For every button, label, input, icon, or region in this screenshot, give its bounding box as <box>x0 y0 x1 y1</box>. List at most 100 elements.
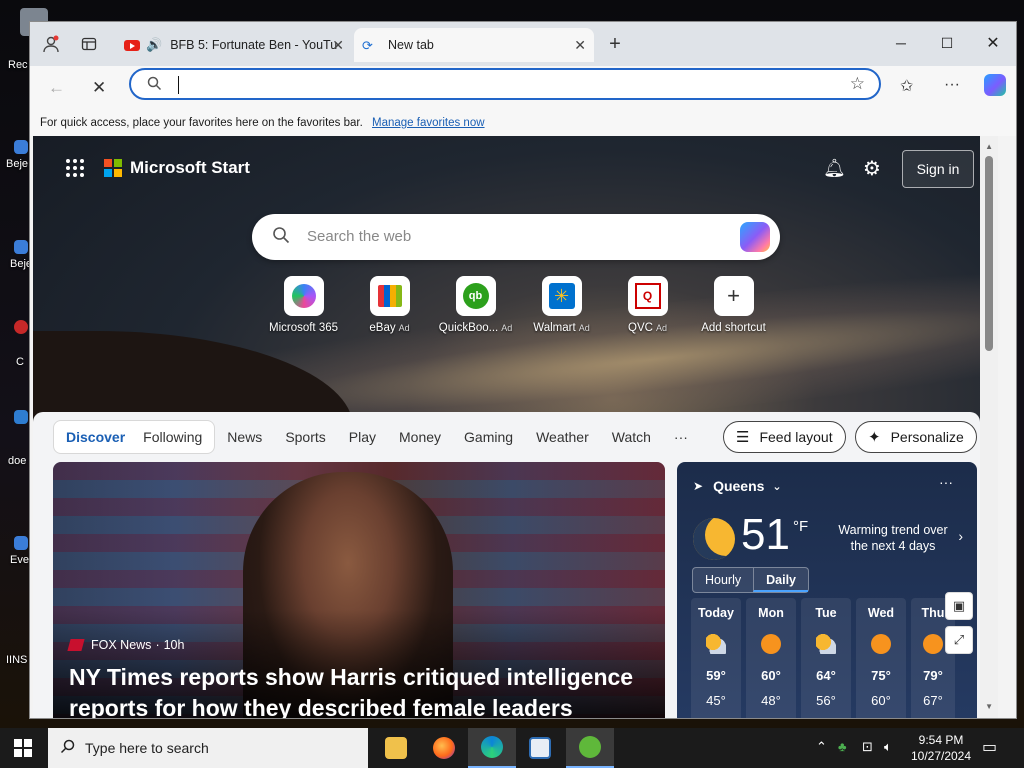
brand-title[interactable]: Microsoft Start <box>130 158 250 178</box>
network-icon[interactable]: ⊡ <box>862 739 873 755</box>
nav-gaming[interactable]: Gaming <box>464 429 513 445</box>
nav-money[interactable]: Money <box>399 429 441 445</box>
ad-badge: Ad <box>398 323 410 333</box>
weather-trend[interactable]: Warming trend over the next 4 days <box>837 522 949 554</box>
story-headline[interactable]: NY Times reports show Harris critiqued i… <box>69 662 659 718</box>
settings-gear-icon[interactable]: ⚙ <box>863 156 881 181</box>
more-menu-icon[interactable]: ··· <box>944 76 960 94</box>
chevron-up-icon[interactable]: ⌃ <box>816 739 827 755</box>
desktop-shortcut-icon[interactable] <box>14 536 28 550</box>
windows-start-icon[interactable] <box>14 739 32 757</box>
more-options-icon[interactable]: ··· <box>939 474 953 490</box>
new-tab-button[interactable]: + <box>604 33 626 55</box>
source-name: FOX News <box>91 638 152 652</box>
sunny-icon <box>761 634 781 654</box>
nav-more-icon[interactable]: ··· <box>674 429 688 445</box>
tab-youtube[interactable]: 🔊 BFB 5: Fortunate Ben - YouTu ✕ <box>116 28 352 62</box>
chevron-right-icon[interactable]: › <box>958 528 963 544</box>
stop-loading-icon[interactable]: ✕ <box>92 78 106 98</box>
nav-play[interactable]: Play <box>349 429 376 445</box>
desktop-shortcut-icon[interactable] <box>14 240 28 254</box>
sunny-icon <box>923 634 943 654</box>
shortcut-ebay[interactable]: eBay Ad <box>347 276 432 334</box>
taskbar-search[interactable]: Type here to search <box>48 728 368 768</box>
scroll-up-arrow-icon[interactable]: ▲ <box>985 142 993 151</box>
personalize-button[interactable]: ✦ Personalize <box>855 421 977 453</box>
audio-playing-icon[interactable]: 🔊 <box>146 37 162 53</box>
close-window-button[interactable]: ✕ <box>970 30 1016 56</box>
tab-hourly[interactable]: Hourly <box>693 568 753 592</box>
desktop-shortcut-icon[interactable] <box>14 410 28 424</box>
close-tab-icon[interactable]: ✕ <box>574 37 586 54</box>
shortcut-label: Microsoft 365 <box>268 322 339 334</box>
expand-icon[interactable]: ⤢ <box>945 626 973 654</box>
forecast-day[interactable]: Today 59° 45° <box>691 598 741 718</box>
nav-news[interactable]: News <box>227 429 262 445</box>
weather-card[interactable]: ➤ Queens ⌄ ··· 51 °F Warming trend over … <box>677 462 977 718</box>
nav-watch[interactable]: Watch <box>612 429 651 445</box>
copilot-icon[interactable] <box>740 222 770 252</box>
web-search-box[interactable]: Search the web <box>252 214 780 260</box>
tab-following[interactable]: Following <box>143 429 202 445</box>
tab-discover[interactable]: Discover <box>66 429 125 445</box>
favorites-bar-hint: For quick access, place your favorites h… <box>40 117 363 129</box>
taskbar-file-explorer[interactable] <box>372 728 420 768</box>
manage-favorites-link[interactable]: Manage favorites now <box>372 117 485 129</box>
shortcut-quickbooks[interactable]: qb QuickBoo... Ad <box>433 276 518 334</box>
tab-daily[interactable]: Daily <box>753 568 809 592</box>
sign-in-button[interactable]: Sign in <box>902 150 974 188</box>
address-bar[interactable]: ☆ <box>129 68 881 100</box>
folder-icon <box>385 737 407 759</box>
taskbar-firefox[interactable] <box>420 728 468 768</box>
weather-location[interactable]: ➤ Queens ⌄ <box>693 478 782 494</box>
desktop-shortcut-icon[interactable] <box>14 320 28 334</box>
tray-app-icon[interactable]: ♣ <box>838 739 847 754</box>
top-story-card[interactable]: FOX News · 10h NY Times reports show Har… <box>53 462 665 718</box>
image-feedback-icon[interactable]: ▣ <box>945 592 973 620</box>
add-shortcut-button[interactable]: + Add shortcut <box>691 276 776 334</box>
nav-sports[interactable]: Sports <box>285 429 325 445</box>
taskbar-search-placeholder: Type here to search <box>85 740 209 756</box>
chevron-down-icon: ⌄ <box>772 480 782 493</box>
minimize-button[interactable]: ─ <box>878 30 924 56</box>
volume-icon[interactable]: 🔈︎ <box>884 739 892 755</box>
forecast-day[interactable]: Mon 60° 48° <box>746 598 796 718</box>
firefox-icon <box>433 737 455 759</box>
maximize-button[interactable]: ☐ <box>924 30 970 56</box>
favorites-icon[interactable]: ✩ <box>900 76 913 96</box>
browser-window: 🔊 BFB 5: Fortunate Ben - YouTu ✕ ⟳ New t… <box>29 21 1017 719</box>
taskbar-edge[interactable] <box>468 728 516 768</box>
profile-icon[interactable] <box>40 34 62 54</box>
notifications-icon[interactable]: ▭ <box>982 737 997 757</box>
scroll-down-arrow-icon[interactable]: ▼ <box>985 702 993 711</box>
feed-layout-button[interactable]: ☰ Feed layout <box>723 421 846 453</box>
taskbar-app-window[interactable] <box>516 728 564 768</box>
day-low: 45° <box>706 693 726 708</box>
forecast-day[interactable]: Tue 64° 56° <box>801 598 851 718</box>
system-clock[interactable]: 9:54 PM 10/27/2024 <box>906 732 976 764</box>
notifications-bell-icon[interactable]: 🔔︎ <box>823 158 846 179</box>
sliders-icon: ☰ <box>736 429 750 446</box>
scroll-thumb[interactable] <box>985 156 993 351</box>
shortcut-qvc[interactable]: Q QVC Ad <box>605 276 690 334</box>
shortcut-microsoft-365[interactable]: Microsoft 365 <box>261 276 346 334</box>
favorite-star-icon[interactable]: ☆ <box>850 74 865 94</box>
desktop-label: C <box>16 356 24 368</box>
close-tab-icon[interactable]: ✕ <box>332 37 344 54</box>
location-arrow-icon: ➤ <box>693 479 704 493</box>
new-tab-page: Microsoft Start 🔔︎ ⚙ Sign in Search the … <box>33 136 998 718</box>
day-high: 59° <box>706 668 726 683</box>
tab-actions-icon[interactable] <box>78 34 100 54</box>
desktop-shortcut-icon[interactable] <box>14 140 28 154</box>
nav-weather[interactable]: Weather <box>536 429 589 445</box>
day-name: Mon <box>758 606 784 620</box>
taskbar-game[interactable] <box>566 728 614 768</box>
tab-new-tab[interactable]: ⟳ New tab ✕ <box>354 28 594 62</box>
apps-grid-icon[interactable] <box>66 159 84 177</box>
forecast-day[interactable]: Wed 75° 60° <box>856 598 906 718</box>
desktop-label: IINS <box>6 654 28 666</box>
page-scrollbar[interactable]: ▲ ▼ <box>980 136 998 718</box>
copilot-icon[interactable] <box>984 74 1006 96</box>
back-arrow-icon[interactable]: ← <box>48 78 65 98</box>
shortcut-walmart[interactable]: ✳ Walmart Ad <box>519 276 604 334</box>
